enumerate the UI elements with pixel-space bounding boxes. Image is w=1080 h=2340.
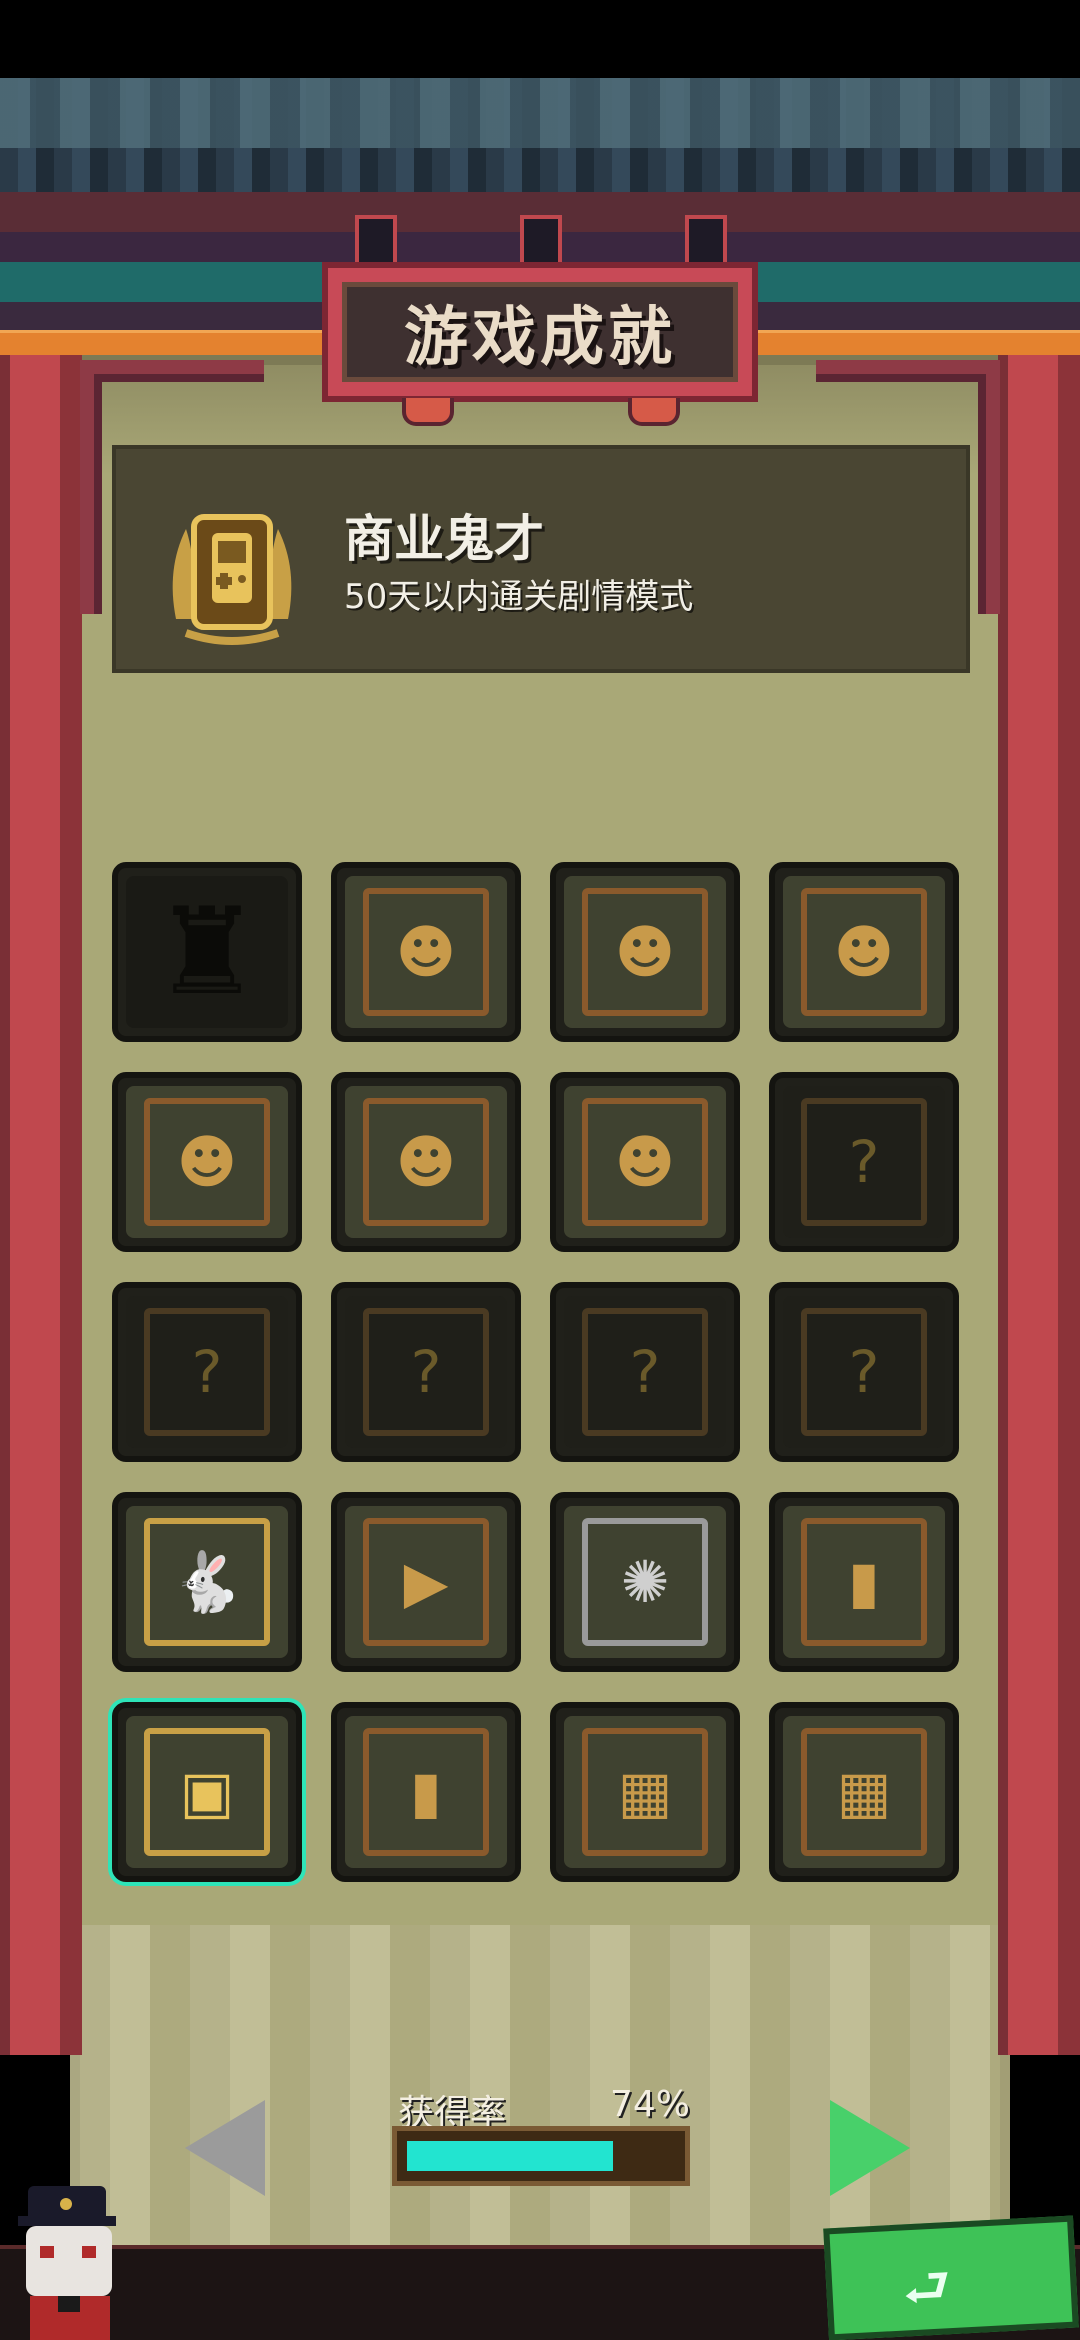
achievement-cell-play-bronze[interactable]: ▶	[331, 1492, 521, 1672]
achievement-cell-question-dark-3[interactable]: ?	[331, 1282, 521, 1462]
card-icon: ▮	[848, 1548, 880, 1616]
plaque-knob-right	[628, 398, 680, 426]
gameboy-badge-icon	[172, 514, 292, 645]
achievement-name: 商业鬼才	[344, 510, 544, 568]
achievement-cell-portrait-hat-man[interactable]: ☻	[769, 862, 959, 1042]
portrait-icon: ☻	[395, 1128, 457, 1196]
arrow-left-icon[interactable]	[185, 2100, 265, 2196]
portrait-icon: ☻	[833, 918, 895, 986]
map-icon: ▦	[617, 1758, 673, 1826]
achievement-cell-portrait-sunglasses-man[interactable]: ☻	[112, 1072, 302, 1252]
card-icon: ▮	[410, 1758, 442, 1826]
roof-tiles	[0, 78, 1080, 148]
achievement-cell-portrait-young-man[interactable]: ☻	[550, 862, 740, 1042]
right-pillar	[998, 355, 1080, 2055]
achievement-description: 50天以内通关剧情模式	[344, 577, 694, 617]
achievement-cell-question-dark-2[interactable]: ?	[112, 1282, 302, 1462]
mascot-cat-icon	[18, 2186, 116, 2340]
rate-value: 74%	[610, 2084, 691, 2125]
achievements-screen: 游戏成就 商业鬼才 50天以内通关剧情模式 ♜ ☻ ☻ ☻ ☻ ☻ ☻????? 🐇 ▶ ✺ ▮ ▣ ▮…	[0, 0, 1080, 2340]
question-icon: ?	[191, 1338, 223, 1406]
portrait-icon: ☻	[614, 918, 676, 986]
achievement-cell-question-dark-5[interactable]: ?	[769, 1282, 959, 1462]
question-icon: ?	[629, 1338, 661, 1406]
question-icon: ?	[848, 1338, 880, 1406]
achievement-cell-map-bronze-1[interactable]: ▦	[550, 1702, 740, 1882]
achievement-cell-card-bronze-2[interactable]: ▮	[331, 1702, 521, 1882]
map-icon: ▦	[836, 1758, 892, 1826]
play-icon: ▶	[403, 1548, 449, 1616]
achievement-cell-question-dark-1[interactable]: ?	[769, 1072, 959, 1252]
achievement-cell-portrait-old-man[interactable]: ☻	[331, 862, 521, 1042]
achievement-cell-question-dark-4[interactable]: ?	[550, 1282, 740, 1462]
achievement-cell-gameboy-gold[interactable]: ▣	[112, 1702, 302, 1882]
title-plaque-inner: 游戏成就	[342, 282, 738, 382]
rabbit-icon: 🐇	[170, 1547, 244, 1616]
achievement-cell-rabbit-gold[interactable]: 🐇	[112, 1492, 302, 1672]
portrait-icon: ☻	[395, 918, 457, 986]
return-arrow-icon: ⮐	[900, 2255, 953, 2321]
achievement-cell-map-bronze-2[interactable]: ▦	[769, 1702, 959, 1882]
title-plaque: 游戏成就	[322, 262, 758, 402]
question-icon: ?	[410, 1338, 442, 1406]
locked-silhouette-icon: ♜	[153, 882, 261, 1022]
progress-bar	[392, 2126, 690, 2186]
portrait-icon: ☻	[614, 1128, 676, 1196]
achievement-cell-card-bronze[interactable]: ▮	[769, 1492, 959, 1672]
achievement-cell-silhouette-locked[interactable]: ♜	[112, 862, 302, 1042]
left-pillar	[0, 355, 82, 2055]
achievement-cell-octopus-silver[interactable]: ✺	[550, 1492, 740, 1672]
achievement-cell-portrait-woman[interactable]: ☻	[550, 1072, 740, 1252]
fog-decoration	[70, 1925, 1010, 2255]
arrow-right-icon[interactable]	[830, 2100, 910, 2196]
question-icon: ?	[848, 1128, 880, 1196]
achievement-detail: 商业鬼才 50天以内通关剧情模式	[112, 445, 970, 673]
portrait-icon: ☻	[176, 1128, 238, 1196]
back-button[interactable]: ⮐	[823, 2215, 1079, 2340]
achievement-cell-portrait-mustache-man[interactable]: ☻	[331, 1072, 521, 1252]
octopus-icon: ✺	[620, 1548, 670, 1616]
page-title: 游戏成就	[404, 301, 676, 375]
plaque-knob-left	[402, 398, 454, 426]
progress-fill	[407, 2141, 613, 2171]
gameboy-icon: ▣	[179, 1758, 235, 1826]
